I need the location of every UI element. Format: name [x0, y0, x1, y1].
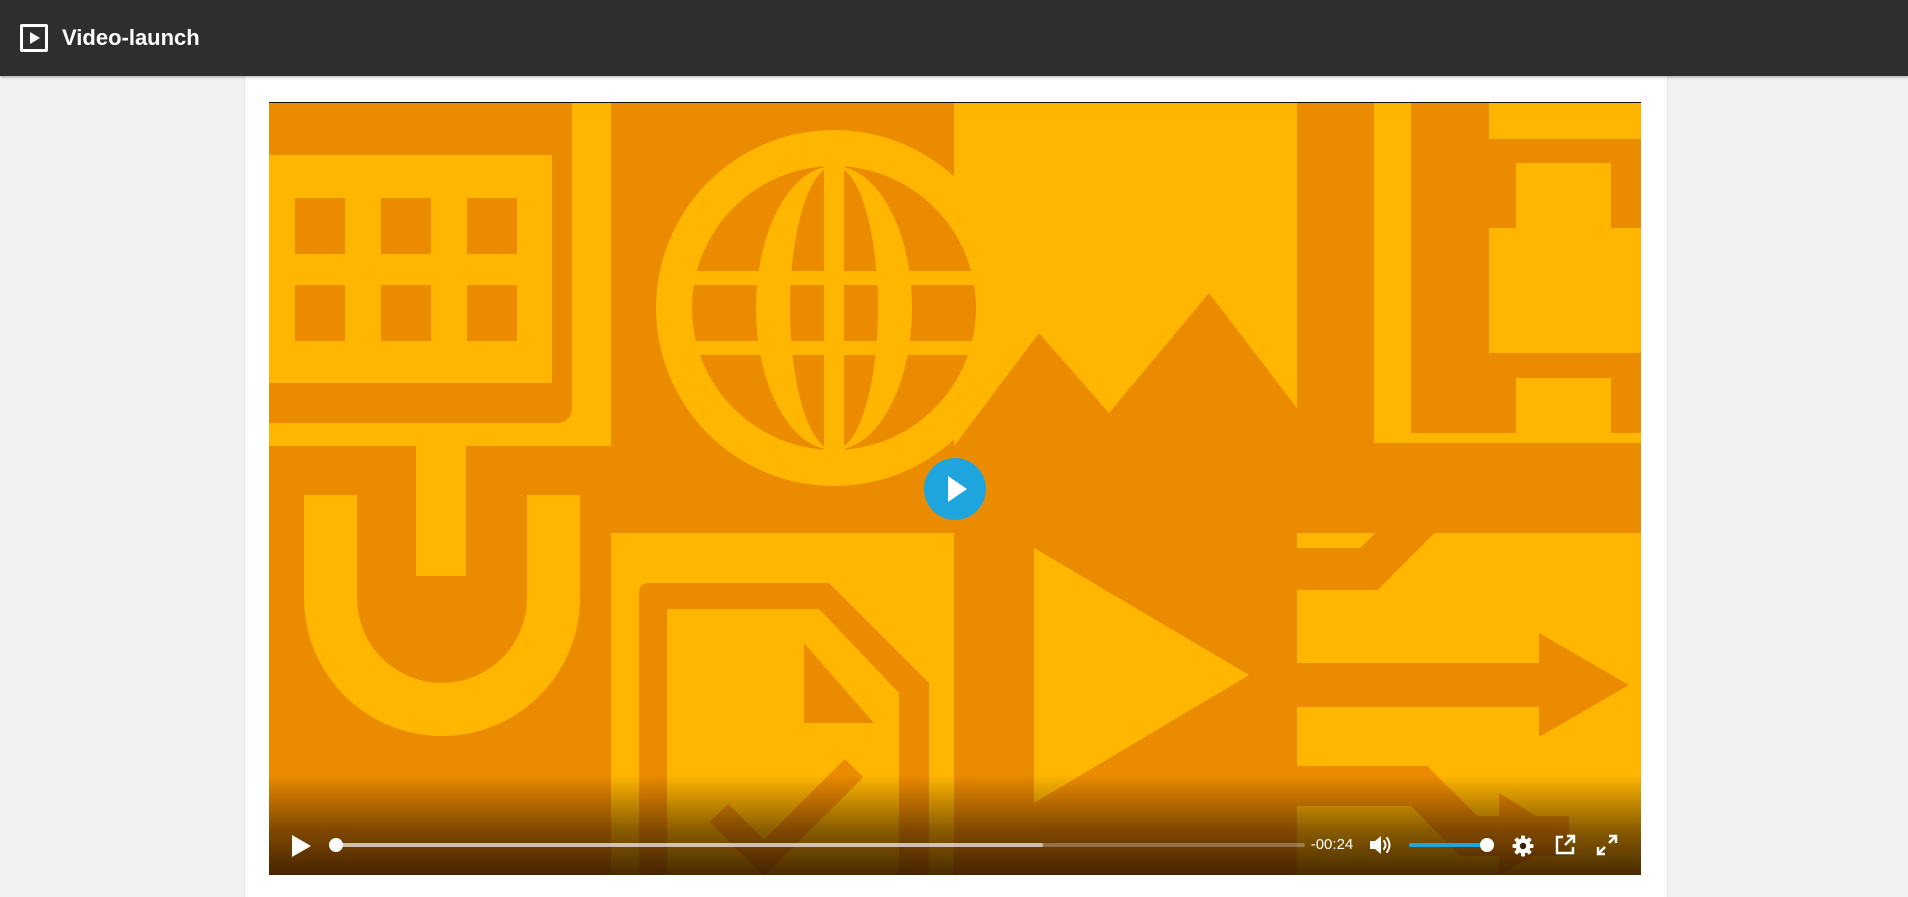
volume-level: [1409, 843, 1487, 847]
external-link-icon: [1555, 834, 1576, 855]
volume-button[interactable]: [1369, 834, 1395, 856]
time-remaining: -00:24: [1310, 836, 1354, 853]
big-play-button[interactable]: [924, 458, 986, 520]
play-square-icon: [20, 24, 48, 52]
fullscreen-icon: [1596, 834, 1618, 856]
app-title: Video-launch: [62, 25, 200, 50]
volume-slider[interactable]: [1409, 838, 1494, 852]
play-icon: [948, 476, 967, 502]
speaker-volume-icon: [1370, 836, 1391, 854]
popout-button[interactable]: [1553, 833, 1577, 857]
video-player[interactable]: -00:24: [269, 102, 1641, 875]
app-header: Video-launch: [0, 0, 1908, 76]
fullscreen-button[interactable]: [1595, 833, 1619, 857]
play-button[interactable]: [289, 833, 313, 859]
progress-buffered: [335, 843, 1044, 847]
volume-handle[interactable]: [1480, 838, 1494, 852]
gear-icon: [1512, 835, 1534, 857]
progress-bar[interactable]: [329, 838, 1305, 852]
control-bar: -00:24: [269, 815, 1641, 875]
progress-handle[interactable]: [329, 838, 343, 852]
settings-button[interactable]: [1511, 834, 1535, 858]
play-icon: [292, 835, 311, 857]
